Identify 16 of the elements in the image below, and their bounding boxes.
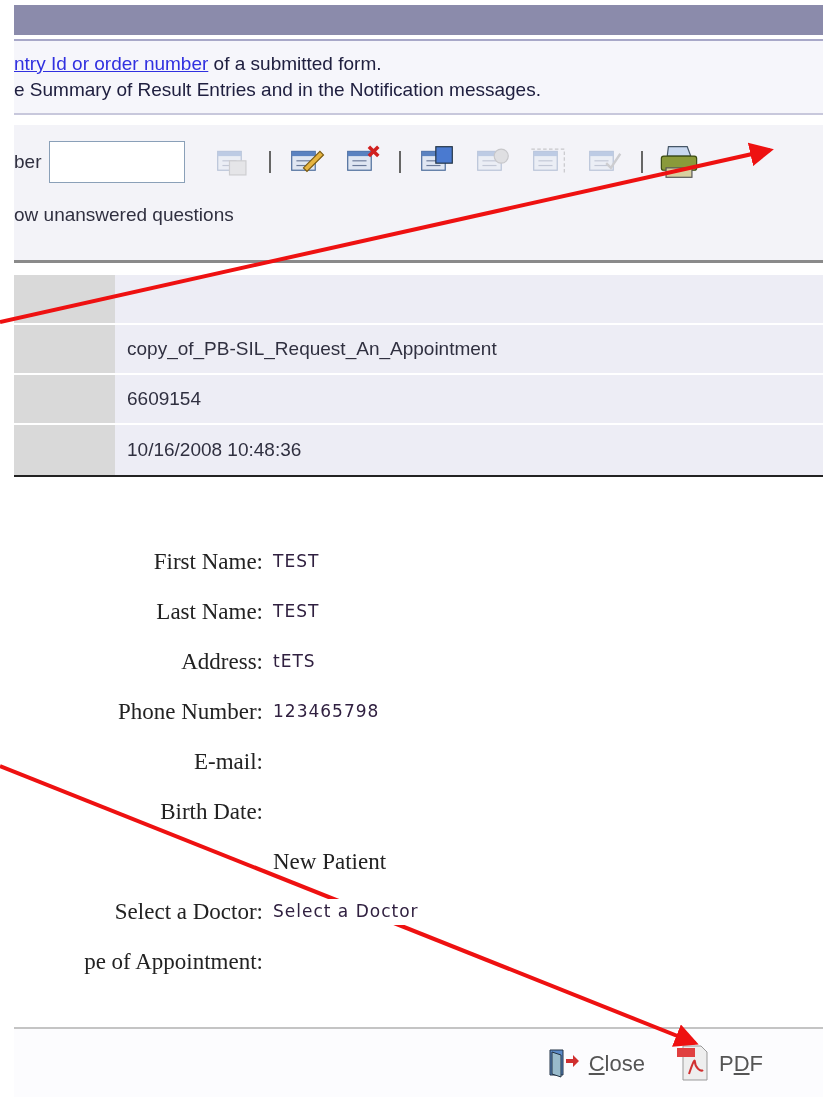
- search-label: ber: [14, 149, 42, 174]
- section-heading: New Patient: [273, 847, 387, 876]
- value-cell: 6609154: [115, 375, 823, 423]
- value-cell: copy_of_PB-SIL_Request_An_Appointment: [115, 325, 823, 373]
- printer-icon[interactable]: [659, 144, 700, 180]
- field-value: Select a Doctor: [273, 899, 419, 925]
- entry-id-link[interactable]: ntry Id or order number: [14, 53, 209, 74]
- option-label: ow unanswered questions: [14, 203, 235, 227]
- order-number-field[interactable]: [49, 141, 186, 183]
- pdf-button[interactable]: PDF: [674, 1044, 763, 1082]
- pdf-file-icon: [674, 1044, 711, 1082]
- intro-text: ntry Id or order number of a submitted form.: [14, 52, 383, 76]
- intro-text: e Summary of Result Entries and in the Notification messages.: [14, 78, 542, 102]
- value-cell: 10/16/2008 10:48:36: [115, 425, 823, 475]
- close-button[interactable]: Close: [546, 1046, 645, 1080]
- exit-door-icon: [546, 1047, 581, 1079]
